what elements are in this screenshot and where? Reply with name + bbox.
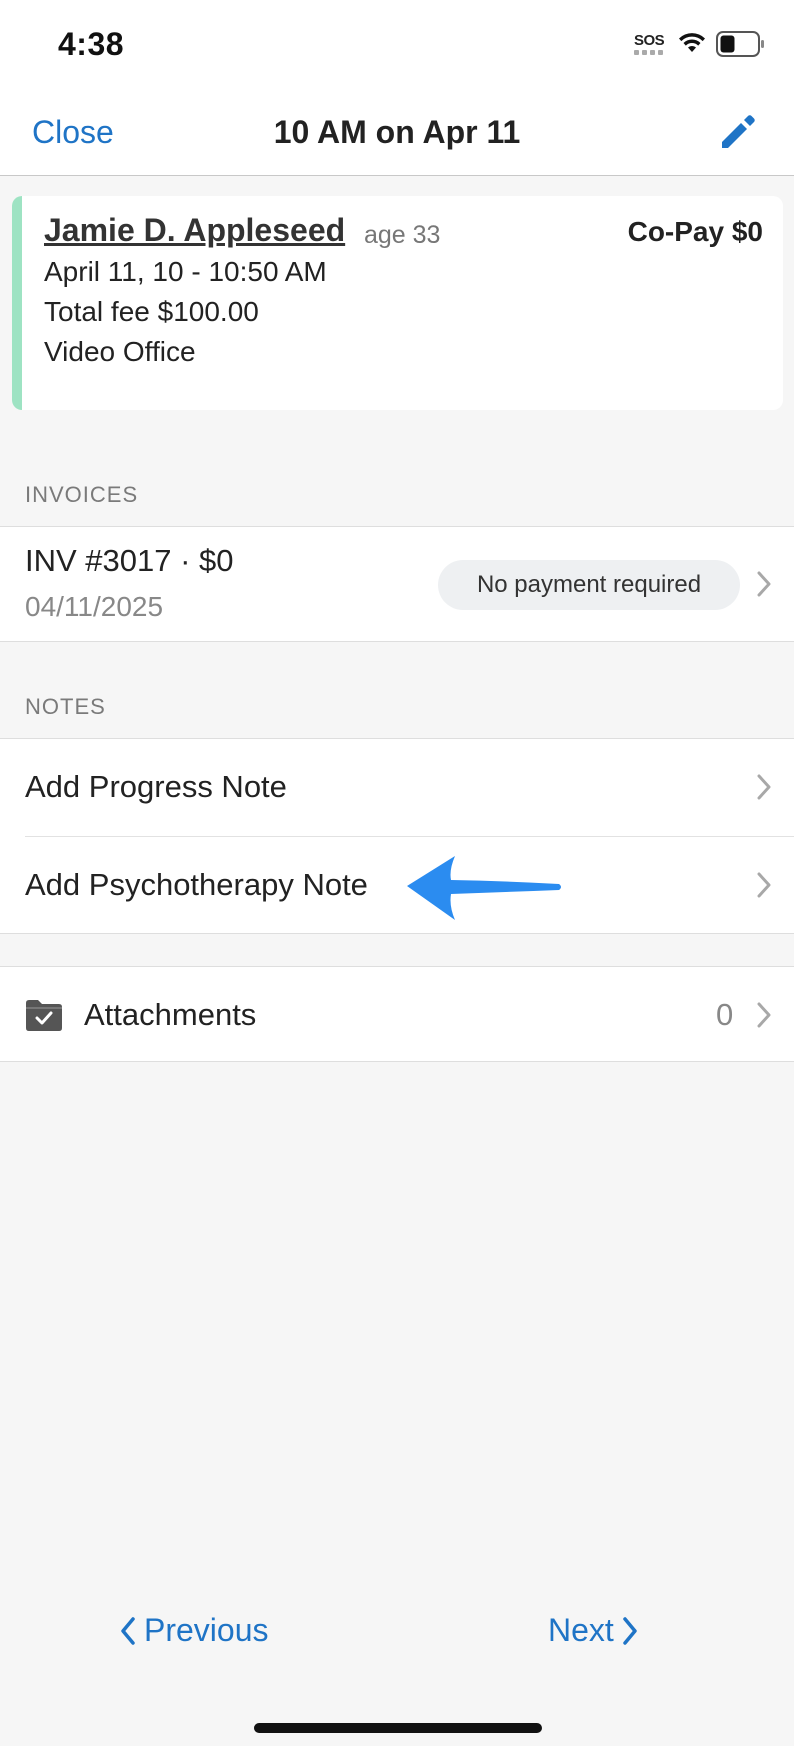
appointment-location: Video Office [44, 336, 196, 367]
client-name-link[interactable]: Jamie D. Appleseed [44, 212, 345, 249]
battery-icon [716, 31, 764, 57]
add-psychotherapy-note-row[interactable]: Add Psychotherapy Note [0, 837, 794, 933]
chevron-right-icon [757, 872, 771, 898]
add-progress-note-label: Add Progress Note [25, 769, 287, 804]
chevron-right-icon [757, 774, 771, 800]
client-age: age 33 [364, 221, 441, 249]
previous-button[interactable]: Previous [120, 1612, 269, 1649]
next-button[interactable]: Next [548, 1612, 638, 1649]
chevron-right-icon [757, 1002, 771, 1028]
signal-dots-icon [634, 50, 666, 56]
notes-section-header: NOTES [25, 694, 106, 719]
page-title: 10 AM on Apr 11 [273, 114, 521, 150]
appointment-accent-bar [12, 196, 22, 410]
appointment-fee: Total fee $100.00 [44, 296, 259, 327]
attachments-label: Attachments [84, 997, 257, 1032]
appointment-time: April 11, 10 - 10:50 AM [44, 256, 327, 287]
invoice-date: 04/11/2025 [25, 591, 164, 622]
next-label: Next [548, 1612, 614, 1648]
chevron-right-icon [623, 1616, 637, 1645]
wifi-icon [679, 33, 705, 52]
home-indicator[interactable] [254, 1723, 542, 1733]
invoices-section-header: INVOICES [25, 482, 139, 507]
invoice-row[interactable]: INV #3017 · $0 04/11/2025 No payment req… [0, 526, 794, 642]
previous-label: Previous [144, 1612, 269, 1648]
appointment-card[interactable]: Jamie D. Appleseed age 33 Co-Pay $0 Apri… [12, 196, 783, 410]
chevron-left-icon [121, 1616, 135, 1645]
sos-indicator: SOS [634, 32, 665, 49]
attachments-row[interactable]: Attachments 0 [0, 966, 794, 1062]
notes-list: Add Progress Note Add Psychotherapy Note [0, 738, 794, 934]
pencil-icon[interactable] [718, 112, 758, 152]
invoice-title: INV #3017 · $0 [25, 543, 234, 578]
status-bar: 4:38 SOS [0, 0, 794, 88]
add-psychotherapy-note-label: Add Psychotherapy Note [25, 867, 368, 902]
invoice-status-badge: No payment required [438, 560, 740, 610]
status-time: 4:38 [58, 26, 125, 62]
blue-arrow-icon [407, 856, 561, 920]
chevron-right-icon [757, 571, 771, 597]
copay-amount: Co-Pay $0 [627, 216, 763, 247]
add-progress-note-row[interactable]: Add Progress Note [0, 739, 794, 835]
folder-check-icon [26, 1000, 62, 1031]
attachments-count: 0 [716, 997, 734, 1032]
nav-bar: Close 10 AM on Apr 11 [0, 88, 794, 176]
